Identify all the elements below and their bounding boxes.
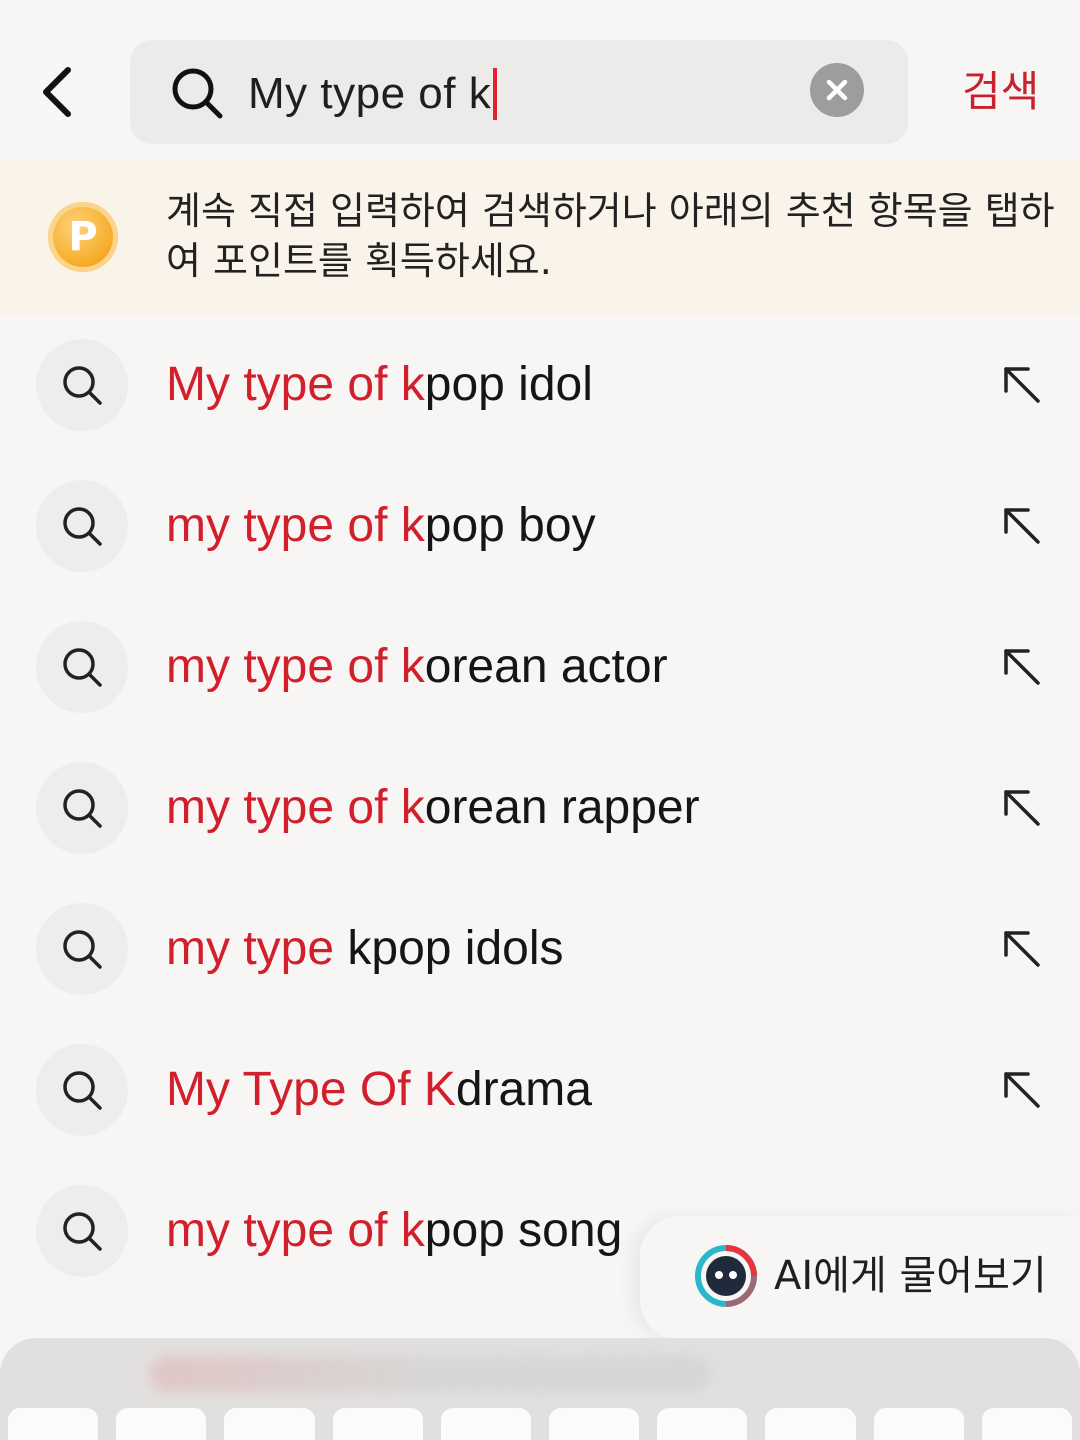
suggestion-rest: orean rapper <box>424 781 700 834</box>
arrow-up-left-icon[interactable] <box>996 1064 1046 1114</box>
back-button[interactable] <box>28 60 84 124</box>
keyboard-keys <box>8 1408 1073 1440</box>
suggestion-label: My Type Of Kdrama <box>166 1060 592 1120</box>
search-query-value: My type of k <box>248 69 492 118</box>
search-header: My type of k 검색 <box>0 0 1080 160</box>
keyboard-key[interactable] <box>116 1408 207 1440</box>
coin-letter: P <box>68 214 98 260</box>
keyboard-key[interactable] <box>549 1408 640 1440</box>
suggestion-match: my type of k <box>166 781 425 834</box>
keyboard <box>0 1338 1080 1440</box>
suggestion-match: my type of k <box>166 640 425 693</box>
points-banner: P 계속 직접 입력하여 검색하거나 아래의 추천 항목을 탭하여 포인트를 획… <box>0 160 1080 315</box>
suggestion-item[interactable]: my type of korean actor <box>0 597 1080 738</box>
suggestion-item[interactable]: My type of kpop idol <box>0 315 1080 456</box>
suggestion-label: my type of kpop boy <box>166 496 596 556</box>
arrow-up-left-icon[interactable] <box>996 359 1046 409</box>
points-banner-message: 계속 직접 입력하여 검색하거나 아래의 추천 항목을 탭하여 포인트를 획득하… <box>166 189 1055 283</box>
search-icon <box>63 648 102 687</box>
suggestion-rest: kpop idols <box>334 922 564 975</box>
search-icon <box>63 1071 102 1110</box>
points-coin-icon: P <box>48 202 118 272</box>
suggestion-search-icon-wrap <box>36 1044 128 1136</box>
search-icon <box>63 366 102 405</box>
suggestion-rest: orean actor <box>424 640 668 693</box>
keyboard-key[interactable] <box>765 1408 856 1440</box>
suggestion-search-icon-wrap <box>36 762 128 854</box>
clear-icon <box>826 79 848 101</box>
keyboard-key[interactable] <box>224 1408 315 1440</box>
arrow-up-left-icon[interactable] <box>996 923 1046 973</box>
keyboard-suggestion-bar <box>150 1356 710 1392</box>
suggestion-label: my type of korean actor <box>166 637 668 697</box>
suggestion-label: My type of kpop idol <box>166 355 593 415</box>
suggestion-label: my type of kpop song <box>166 1201 622 1261</box>
suggestion-item[interactable]: my type of korean rapper <box>0 738 1080 879</box>
suggestion-item[interactable]: My Type Of Kdrama <box>0 1020 1080 1161</box>
keyboard-key[interactable] <box>657 1408 748 1440</box>
suggestion-search-icon-wrap <box>36 480 128 572</box>
arrow-up-left-icon[interactable] <box>996 500 1046 550</box>
ai-chat-icon <box>695 1245 757 1307</box>
search-icon <box>63 507 102 546</box>
search-icon <box>63 1212 102 1251</box>
text-caret <box>493 68 498 120</box>
suggestion-label: my type of korean rapper <box>166 778 700 838</box>
keyboard-key[interactable] <box>873 1408 964 1440</box>
keyboard-key[interactable] <box>8 1408 99 1440</box>
search-icon <box>63 930 102 969</box>
search-submit-button[interactable]: 검색 <box>962 64 1039 120</box>
search-icon <box>63 789 102 828</box>
search-input[interactable]: My type of k <box>130 40 908 144</box>
suggestion-search-icon-wrap <box>36 621 128 713</box>
arrow-up-left-icon[interactable] <box>996 782 1046 832</box>
suggestion-item[interactable]: my type kpop idols <box>0 879 1080 1020</box>
suggestion-item[interactable]: my type of kpop boy <box>0 456 1080 597</box>
suggestion-match: my type of k <box>166 1204 425 1257</box>
suggestion-label: my type kpop idols <box>166 919 564 979</box>
arrow-up-left-icon[interactable] <box>996 641 1046 691</box>
suggestion-search-icon-wrap <box>36 339 128 431</box>
keyboard-key[interactable] <box>440 1408 532 1440</box>
suggestion-match: My Type Of K <box>166 1063 456 1116</box>
suggestion-rest: pop boy <box>424 499 596 552</box>
suggestion-rest: pop idol <box>424 358 593 411</box>
clear-button[interactable] <box>810 63 864 117</box>
ask-ai-label: AI에게 물어보기 <box>774 1253 1047 1299</box>
suggestion-match: my type of k <box>166 499 425 552</box>
keyboard-key[interactable] <box>981 1408 1073 1440</box>
suggestion-rest: drama <box>455 1063 592 1116</box>
search-icon <box>172 68 223 119</box>
suggestion-search-icon-wrap <box>36 903 128 995</box>
chevron-left-icon <box>43 67 71 117</box>
keyboard-key[interactable] <box>332 1408 423 1440</box>
search-query-text[interactable]: My type of k <box>248 66 498 122</box>
suggestion-rest: pop song <box>424 1204 623 1257</box>
ask-ai-button[interactable]: AI에게 물어보기 <box>640 1216 1080 1340</box>
suggestion-search-icon-wrap <box>36 1185 128 1277</box>
suggestion-match: my type <box>166 922 335 975</box>
suggestion-match: My type of k <box>166 358 425 411</box>
